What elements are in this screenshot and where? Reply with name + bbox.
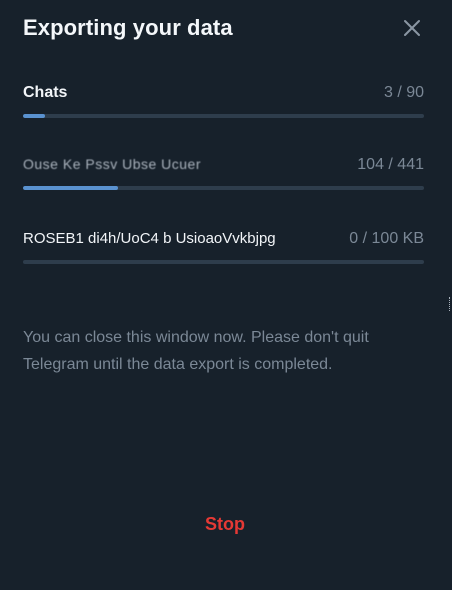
close-icon <box>404 20 420 36</box>
close-button[interactable] <box>402 18 422 38</box>
file-progress-bar <box>23 260 424 264</box>
stop-button[interactable]: Stop <box>0 514 450 535</box>
current-file-label: ROSEB1 di4h/UoC4 b UsioaoVvkbjpg <box>23 230 276 247</box>
chats-progress-row: Chats 3 / 90 <box>23 84 424 120</box>
chats-label: Chats <box>23 84 68 101</box>
current-chat-label: Ouse Ke Pssv Ubse Ucuer <box>23 156 202 172</box>
export-dialog: Exporting your data Chats 3 / 90 Ouse Ke… <box>0 0 450 590</box>
dialog-title: Exporting your data <box>23 15 233 40</box>
file-size: 0 / 100 KB <box>349 230 424 247</box>
chats-progress-fill <box>23 114 46 118</box>
messages-progress-bar <box>23 186 424 190</box>
chats-count: 3 / 90 <box>383 84 424 101</box>
export-note: You can close this window now. Please do… <box>23 329 369 373</box>
messages-progress-fill <box>23 186 118 190</box>
messages-count: 104 / 441 <box>357 156 424 173</box>
messages-progress-row: Ouse Ke Pssv Ubse Ucuer 104 / 441 <box>23 156 424 192</box>
file-progress-row: ROSEB1 di4h/UoC4 b UsioaoVvkbjpg 0 / 100… <box>23 230 424 266</box>
chats-progress-bar <box>23 114 424 118</box>
